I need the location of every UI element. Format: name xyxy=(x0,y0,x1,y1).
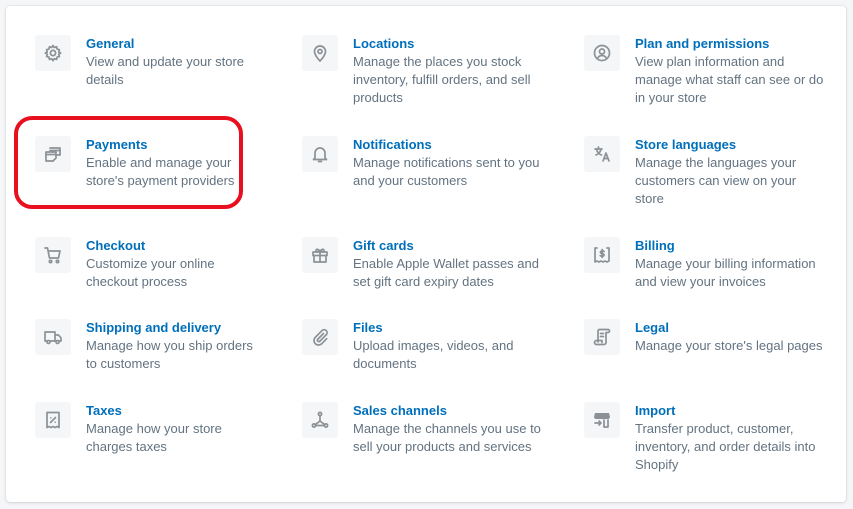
settings-item-title[interactable]: Sales channels xyxy=(353,402,543,420)
settings-item-text: Taxes Manage how your store charges taxe… xyxy=(86,402,256,456)
truck-icon xyxy=(35,319,71,355)
settings-item-text: Sales channels Manage the channels you u… xyxy=(353,402,543,456)
settings-item-text: Shipping and delivery Manage how you shi… xyxy=(86,319,256,373)
settings-item-title[interactable]: Shipping and delivery xyxy=(86,319,256,337)
settings-item-text: Store languages Manage the languages you… xyxy=(635,136,824,208)
settings-item-sales-channels[interactable]: Sales channels Manage the channels you u… xyxy=(302,402,584,492)
settings-item-import[interactable]: Import Transfer product, customer, inven… xyxy=(584,402,824,492)
settings-item-description: Manage your store's legal pages xyxy=(635,338,823,353)
settings-item-legal[interactable]: Legal Manage your store's legal pages xyxy=(584,319,824,402)
settings-item-description: Upload images, videos, and documents xyxy=(353,338,514,371)
settings-item-text: Files Upload images, videos, and documen… xyxy=(353,319,543,373)
settings-item-description: View and update your store details xyxy=(86,54,245,87)
settings-item-shipping-and-delivery[interactable]: Shipping and delivery Manage how you shi… xyxy=(35,319,302,402)
settings-item-description: Manage your billing information and view… xyxy=(635,256,816,289)
settings-item-locations[interactable]: Locations Manage the places you stock in… xyxy=(302,35,584,136)
import-store-icon xyxy=(584,402,620,438)
settings-item-text: Legal Manage your store's legal pages xyxy=(635,319,824,355)
settings-item-description: Customize your online checkout process xyxy=(86,256,215,289)
settings-item-checkout[interactable]: Checkout Customize your online checkout … xyxy=(35,237,302,319)
settings-item-billing[interactable]: Billing Manage your billing information … xyxy=(584,237,824,319)
settings-item-description: Manage how you ship orders to customers xyxy=(86,338,253,371)
settings-item-store-languages[interactable]: Store languages Manage the languages you… xyxy=(584,136,824,237)
legal-scroll-icon xyxy=(584,319,620,355)
settings-item-text: Gift cards Enable Apple Wallet passes an… xyxy=(353,237,543,291)
settings-item-title[interactable]: Billing xyxy=(635,237,824,255)
settings-item-title[interactable]: Taxes xyxy=(86,402,256,420)
settings-item-title[interactable]: General xyxy=(86,35,256,53)
settings-item-payments[interactable]: Payments Enable and manage your store's … xyxy=(35,136,302,237)
settings-item-description: Manage notifications sent to you and you… xyxy=(353,155,540,188)
settings-item-title[interactable]: Locations xyxy=(353,35,543,53)
bell-icon xyxy=(302,136,338,172)
gift-icon xyxy=(302,237,338,273)
settings-item-description: Enable and manage your store's payment p… xyxy=(86,155,235,188)
settings-item-text: Notifications Manage notifications sent … xyxy=(353,136,543,190)
settings-item-title[interactable]: Payments xyxy=(86,136,256,154)
sales-channels-icon xyxy=(302,402,338,438)
settings-card: General View and update your store detai… xyxy=(6,6,846,502)
settings-item-general[interactable]: General View and update your store detai… xyxy=(35,35,302,136)
settings-item-title[interactable]: Import xyxy=(635,402,824,420)
billing-receipt-icon xyxy=(584,237,620,273)
settings-item-title[interactable]: Files xyxy=(353,319,543,337)
settings-item-text: Locations Manage the places you stock in… xyxy=(353,35,543,107)
settings-item-title[interactable]: Gift cards xyxy=(353,237,543,255)
settings-item-text: Import Transfer product, customer, inven… xyxy=(635,402,824,474)
settings-item-taxes[interactable]: Taxes Manage how your store charges taxe… xyxy=(35,402,302,492)
settings-item-description: Manage how your store charges taxes xyxy=(86,421,222,454)
tax-receipt-icon xyxy=(35,402,71,438)
settings-item-title[interactable]: Checkout xyxy=(86,237,256,255)
settings-item-text: General View and update your store detai… xyxy=(86,35,256,89)
settings-item-description: Manage the channels you use to sell your… xyxy=(353,421,541,454)
settings-item-text: Checkout Customize your online checkout … xyxy=(86,237,256,291)
settings-item-description: View plan information and manage what st… xyxy=(635,54,824,105)
settings-item-gift-cards[interactable]: Gift cards Enable Apple Wallet passes an… xyxy=(302,237,584,319)
settings-item-text: Payments Enable and manage your store's … xyxy=(86,136,256,190)
settings-grid: General View and update your store detai… xyxy=(35,35,824,492)
translate-icon xyxy=(584,136,620,172)
settings-item-title[interactable]: Legal xyxy=(635,319,824,337)
settings-item-plan-and-permissions[interactable]: Plan and permissions View plan informati… xyxy=(584,35,824,136)
location-pin-icon xyxy=(302,35,338,71)
settings-item-text: Billing Manage your billing information … xyxy=(635,237,824,291)
settings-item-description: Manage the places you stock inventory, f… xyxy=(353,54,531,105)
payments-icon xyxy=(35,136,71,172)
settings-item-title[interactable]: Notifications xyxy=(353,136,543,154)
settings-item-text: Plan and permissions View plan informati… xyxy=(635,35,824,107)
cart-icon xyxy=(35,237,71,273)
settings-item-description: Transfer product, customer, inventory, a… xyxy=(635,421,816,472)
settings-item-title[interactable]: Plan and permissions xyxy=(635,35,824,53)
settings-item-description: Manage the languages your customers can … xyxy=(635,155,797,206)
paperclip-icon xyxy=(302,319,338,355)
settings-item-description: Enable Apple Wallet passes and set gift … xyxy=(353,256,539,289)
user-circle-icon xyxy=(584,35,620,71)
gear-icon xyxy=(35,35,71,71)
settings-item-notifications[interactable]: Notifications Manage notifications sent … xyxy=(302,136,584,237)
settings-item-files[interactable]: Files Upload images, videos, and documen… xyxy=(302,319,584,402)
settings-item-title[interactable]: Store languages xyxy=(635,136,824,154)
